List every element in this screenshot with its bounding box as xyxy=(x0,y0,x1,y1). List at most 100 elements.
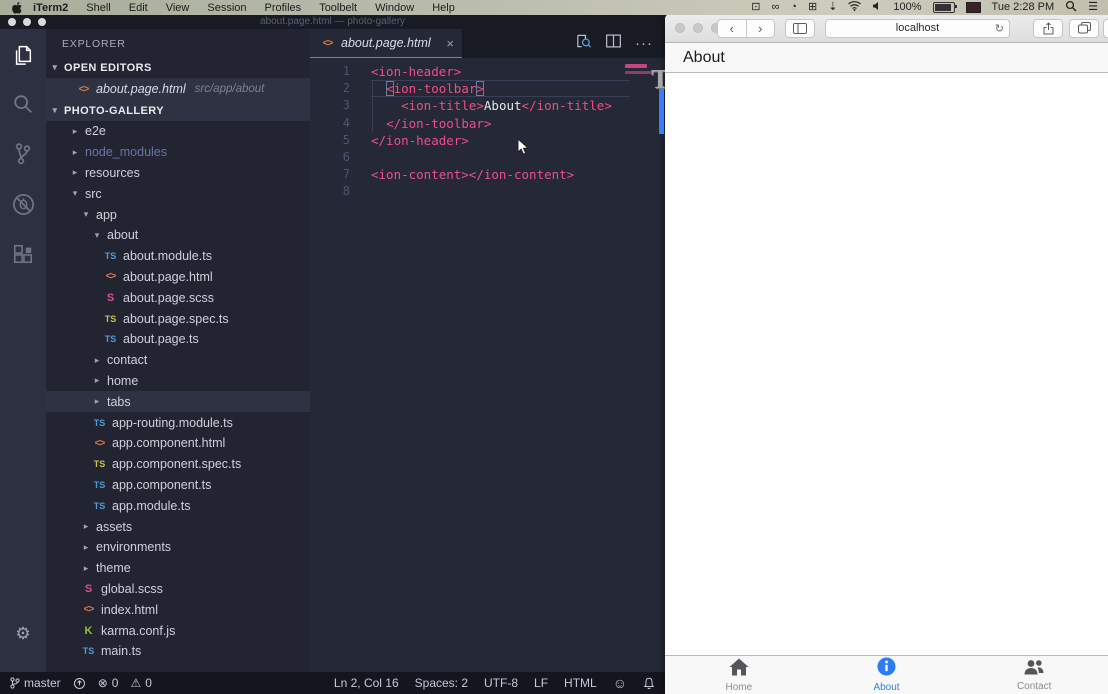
open-changes-icon[interactable] xyxy=(575,33,592,54)
close-tab-icon[interactable]: × xyxy=(446,36,454,51)
display-icon[interactable]: ⊞ xyxy=(808,2,817,13)
tree-item-node_modules[interactable]: ▸node_modules xyxy=(46,142,310,163)
tree-item-global.scss[interactable]: Sglobal.scss xyxy=(46,579,310,600)
menu-profiles[interactable]: Profiles xyxy=(265,2,302,14)
karma-file-icon: K xyxy=(81,625,96,637)
wifi-icon[interactable] xyxy=(848,1,861,14)
download-arrow-icon[interactable]: ⇣ xyxy=(828,2,837,13)
tree-item-app.component.html[interactable]: <>app.component.html xyxy=(46,433,310,454)
close-window-button[interactable] xyxy=(675,23,685,33)
tree-item-karma.conf.js[interactable]: Kkarma.conf.js xyxy=(46,620,310,641)
tree-item-about[interactable]: ▾about xyxy=(46,225,310,246)
tab-contact[interactable]: Contact xyxy=(960,656,1108,694)
debug-icon[interactable] xyxy=(10,191,36,217)
cursor-position[interactable]: Ln 2, Col 16 xyxy=(334,676,399,690)
sidebar-toggle-button[interactable] xyxy=(785,19,815,38)
vscode-titlebar[interactable]: about.page.html — photo-gallery xyxy=(0,15,665,29)
search-icon[interactable] xyxy=(10,91,36,117)
notification-center-icon[interactable]: ☰ xyxy=(1088,2,1098,13)
menu-shell[interactable]: Shell xyxy=(86,2,110,14)
tree-item-about.page.spec.ts[interactable]: TSabout.page.spec.ts xyxy=(46,308,310,329)
tree-item-main.ts[interactable]: TSmain.ts xyxy=(46,641,310,662)
tree-item-tabs[interactable]: ▸tabs xyxy=(46,391,310,412)
tree-item-app[interactable]: ▾app xyxy=(46,204,310,225)
indentation-setting[interactable]: Spaces: 2 xyxy=(415,676,468,690)
feedback-smiley-icon[interactable]: ☺ xyxy=(613,675,627,691)
code-line-5[interactable]: 5</ion-header> xyxy=(310,132,665,149)
spotlight-icon[interactable] xyxy=(1065,0,1077,15)
editor-tab-about-page-html[interactable]: <> about.page.html × xyxy=(310,29,462,58)
tree-item-src[interactable]: ▾src xyxy=(46,183,310,204)
language-mode[interactable]: HTML xyxy=(564,676,597,690)
tree-item-about.page.ts[interactable]: TSabout.page.ts xyxy=(46,329,310,350)
tab-home[interactable]: Home xyxy=(665,656,813,694)
tree-item-about.module.ts[interactable]: TSabout.module.ts xyxy=(46,246,310,267)
menu-toolbelt[interactable]: Toolbelt xyxy=(319,2,357,14)
tree-item-index.html[interactable]: <>index.html xyxy=(46,599,310,620)
tab-about[interactable]: About xyxy=(813,656,961,694)
project-section-header[interactable]: ▾ PHOTO-GALLERY xyxy=(46,100,310,121)
source-control-icon[interactable] xyxy=(10,141,36,167)
tree-item-about.page.scss[interactable]: Sabout.page.scss xyxy=(46,287,310,308)
glasses-icon[interactable]: ∞ xyxy=(771,2,779,13)
code-line-7[interactable]: 7<ion-content></ion-content> xyxy=(310,166,665,183)
code-line-6[interactable]: 6 xyxy=(310,149,665,166)
menu-iterm2[interactable]: iTerm2 xyxy=(33,2,68,14)
tree-item-app.module.ts[interactable]: TSapp.module.ts xyxy=(46,495,310,516)
tree-item-app.component.spec.ts[interactable]: TSapp.component.spec.ts xyxy=(46,454,310,475)
eol-setting[interactable]: LF xyxy=(534,676,548,690)
tree-item-about.page.html[interactable]: <>about.page.html xyxy=(46,267,310,288)
minimize-window-button[interactable] xyxy=(693,23,703,33)
warnings-indicator[interactable]: ⚠0 xyxy=(130,676,151,690)
code-line-8[interactable]: 8 xyxy=(310,183,665,200)
tree-item-home[interactable]: ▸home xyxy=(46,371,310,392)
new-tab-button[interactable]: + xyxy=(1103,19,1108,38)
reload-icon[interactable]: ↻ xyxy=(995,22,1004,35)
split-editor-icon[interactable] xyxy=(606,34,621,53)
tree-item-app-routing.module.ts[interactable]: TSapp-routing.module.ts xyxy=(46,412,310,433)
code-area[interactable]: 1<ion-header>2 <ion-toolbar>3 <ion-title… xyxy=(310,58,665,672)
tree-item-e2e[interactable]: ▸e2e xyxy=(46,121,310,142)
tree-item-theme[interactable]: ▸theme xyxy=(46,558,310,579)
more-actions-icon[interactable]: ··· xyxy=(635,35,653,53)
tree-item-environments[interactable]: ▸environments xyxy=(46,537,310,558)
git-branch-indicator[interactable]: master xyxy=(10,676,61,690)
extensions-icon[interactable] xyxy=(10,241,36,267)
tree-item-assets[interactable]: ▸assets xyxy=(46,516,310,537)
menu-edit[interactable]: Edit xyxy=(129,2,148,14)
activity-bar: ⚙ xyxy=(0,29,46,672)
explorer-icon[interactable] xyxy=(10,41,36,67)
errors-indicator[interactable]: ⊗0 xyxy=(98,676,119,690)
code-line-4[interactable]: 4 </ion-toolbar> xyxy=(310,115,665,132)
tab-overview-button[interactable] xyxy=(1069,19,1099,38)
menu-window[interactable]: Window xyxy=(375,2,414,14)
open-editor-item[interactable]: <> about.page.html src/app/about xyxy=(46,78,310,100)
tree-item-contact[interactable]: ▸contact xyxy=(46,350,310,371)
open-editors-header[interactable]: ▾ OPEN EDITORS xyxy=(46,57,310,78)
sync-icon[interactable] xyxy=(73,677,86,690)
volume-icon[interactable] xyxy=(872,1,882,14)
share-button[interactable] xyxy=(1033,19,1063,38)
code-line-2[interactable]: 2 <ion-toolbar> xyxy=(310,80,665,97)
menubar-clock[interactable]: Tue 2:28 PM xyxy=(992,2,1055,13)
chevron-right-icon: ▸ xyxy=(70,167,80,178)
menu-view[interactable]: View xyxy=(166,2,190,14)
menu-help[interactable]: Help xyxy=(432,2,455,14)
minimap[interactable] xyxy=(623,62,653,122)
forward-button[interactable]: › xyxy=(747,21,775,36)
input-source-flag-icon[interactable] xyxy=(966,2,981,13)
menu-session[interactable]: Session xyxy=(207,2,246,14)
clock-utility-icon[interactable]: ◔ xyxy=(790,2,797,13)
encoding-setting[interactable]: UTF-8 xyxy=(484,676,518,690)
back-button[interactable]: ‹ xyxy=(718,21,746,36)
address-bar[interactable]: localhost ↻ xyxy=(825,19,1010,38)
apple-menu-icon[interactable] xyxy=(12,2,23,14)
settings-gear-icon[interactable]: ⚙ xyxy=(0,624,46,644)
screen-recording-icon[interactable]: ⊡ xyxy=(751,2,760,13)
notifications-bell-icon[interactable] xyxy=(643,677,655,690)
safari-traffic-lights[interactable] xyxy=(675,23,721,33)
tree-item-app.component.ts[interactable]: TSapp.component.ts xyxy=(46,475,310,496)
code-line-1[interactable]: 1<ion-header> xyxy=(310,63,665,80)
tree-item-resources[interactable]: ▸resources xyxy=(46,163,310,184)
code-line-3[interactable]: 3 <ion-title>About</ion-title> xyxy=(310,97,665,114)
